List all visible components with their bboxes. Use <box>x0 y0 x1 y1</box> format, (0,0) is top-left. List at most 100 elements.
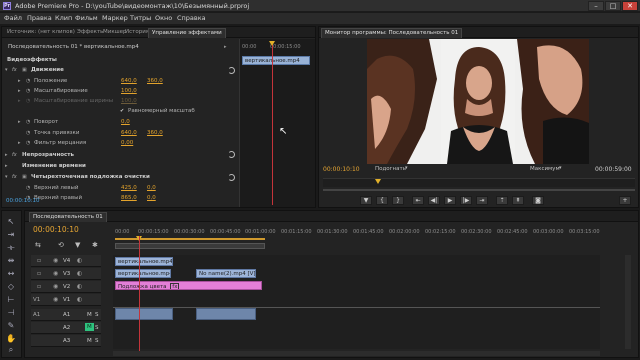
top-left-x-value[interactable]: 425,0 <box>121 185 137 191</box>
target-a1[interactable]: A1 <box>33 312 40 318</box>
track-select-tool-icon[interactable]: ⇥ <box>6 230 16 240</box>
tab-source[interactable]: Источник: (нет клипов) <box>4 28 78 38</box>
solo-button[interactable]: S <box>95 338 99 344</box>
sync-lock-icon[interactable]: ◐ <box>77 270 82 277</box>
sync-lock-icon[interactable]: ◐ <box>77 257 82 264</box>
zoom-bar[interactable] <box>323 189 635 191</box>
track-header-a2[interactable]: A2 M S <box>31 322 101 334</box>
sync-lock-icon[interactable]: ◐ <box>77 296 82 303</box>
top-right-x-value[interactable]: 865,0 <box>121 195 137 201</box>
tab-effect-controls[interactable]: Управление эффектами <box>148 28 226 38</box>
lock-icon[interactable]: ▫ <box>37 270 41 277</box>
menu-titles[interactable]: Титры <box>130 14 151 22</box>
reset-icon[interactable] <box>228 151 235 158</box>
track-header-a1[interactable]: A1 A1 M S <box>31 309 101 321</box>
top-right-y-value[interactable]: 0,0 <box>147 195 156 201</box>
track-header-a3[interactable]: A3 M S <box>31 335 101 347</box>
maximize-button[interactable]: □ <box>605 1 621 11</box>
slip-tool-icon[interactable]: ⊢ <box>6 295 16 305</box>
eye-icon[interactable]: ◉ <box>53 257 58 264</box>
clip-v2-a[interactable]: вертикальное.mp4 <box>115 269 171 278</box>
mute-button[interactable]: M <box>87 312 92 318</box>
add-marker-icon[interactable]: ▼ <box>75 241 80 249</box>
eye-icon[interactable]: ◉ <box>53 296 58 303</box>
play-icon[interactable]: ▶ <box>444 196 456 205</box>
monitor-time-ruler[interactable] <box>323 178 635 187</box>
chevron-down-icon[interactable]: ▾ <box>405 165 408 171</box>
go-to-out-icon[interactable]: ⇥ <box>476 196 488 205</box>
linked-selection-icon[interactable]: ⟲ <box>58 241 64 249</box>
effect-mini-timeline[interactable]: 00:00 00:00:15:00 вертикальное.mp4 <box>239 39 315 207</box>
wrench-icon[interactable]: ✱ <box>92 241 98 249</box>
expand-triangle-icon[interactable]: ▸ <box>18 88 21 94</box>
menu-marker[interactable]: Маркер <box>102 14 128 22</box>
snap-icon[interactable]: ⇆ <box>35 241 41 249</box>
mute-button-active[interactable]: M <box>85 323 94 331</box>
expand-triangle-icon[interactable]: ▸ <box>5 163 8 169</box>
mark-in-icon[interactable]: { <box>376 196 388 205</box>
eye-icon[interactable]: ◉ <box>53 283 58 290</box>
checkbox-checked-icon[interactable]: ✔ <box>120 108 124 114</box>
slide-tool-icon[interactable]: ⊣ <box>6 308 16 318</box>
expand-triangle-icon[interactable]: ▸ <box>18 140 21 146</box>
fx-icon[interactable]: fx <box>12 152 17 158</box>
add-button-icon[interactable]: + <box>619 196 631 205</box>
solo-button[interactable]: S <box>95 325 99 331</box>
step-forward-icon[interactable]: |▶ <box>460 196 472 205</box>
tab-sequence[interactable]: Последовательность 01 <box>29 212 107 222</box>
lift-icon[interactable]: ⇡ <box>496 196 508 205</box>
target-v1[interactable]: V1 <box>33 297 40 303</box>
clip-v3[interactable]: вертикальное.mp4 [V] <box>115 257 173 266</box>
mini-clip[interactable]: вертикальное.mp4 <box>242 56 310 65</box>
zoom-tool-icon[interactable]: ⌕ <box>6 345 16 355</box>
pen-tool-icon[interactable]: ✎ <box>6 321 16 331</box>
chevron-down-icon[interactable]: ▾ <box>559 165 562 171</box>
stopwatch-icon[interactable]: ◔ <box>26 119 30 125</box>
expand-triangle-icon[interactable]: ▸ <box>18 119 21 125</box>
stopwatch-icon[interactable]: ◔ <box>26 130 30 136</box>
quality-dropdown[interactable]: Максимум <box>530 166 560 172</box>
audio-clip-a2-b[interactable] <box>196 308 256 320</box>
lock-icon[interactable]: ▫ <box>37 283 41 290</box>
rotation-value[interactable]: 0,0 <box>121 119 130 125</box>
vertical-scrollbar[interactable] <box>625 255 631 349</box>
eye-icon[interactable]: ◉ <box>53 270 58 277</box>
go-to-in-icon[interactable]: ⇤ <box>412 196 424 205</box>
fx-icon[interactable]: fx <box>12 67 17 73</box>
menu-sequence[interactable]: Фильм <box>75 14 98 22</box>
expand-triangle-icon[interactable]: ▸ <box>5 152 8 158</box>
extract-icon[interactable]: ⇞ <box>512 196 524 205</box>
fx-icon[interactable]: fx <box>12 174 17 180</box>
sync-lock-icon[interactable]: ◐ <box>77 283 82 290</box>
menu-help[interactable]: Справка <box>177 14 206 22</box>
anchor-y-value[interactable]: 360,0 <box>147 130 163 136</box>
camera-icon[interactable]: ◙ <box>532 196 544 205</box>
lock-icon[interactable]: ▫ <box>37 257 41 264</box>
menu-window[interactable]: Окно <box>155 14 172 22</box>
position-y-value[interactable]: 360,0 <box>147 78 163 84</box>
menu-clip[interactable]: Клип <box>55 14 72 22</box>
expand-triangle-icon[interactable]: ▾ <box>5 67 8 73</box>
tab-program-monitor[interactable]: Монитор программы: Последовательность 01 <box>321 28 463 38</box>
menu-file[interactable]: Файл <box>4 14 22 22</box>
stopwatch-icon[interactable]: ◔ <box>26 88 30 94</box>
razor-tool-icon[interactable]: ◇ <box>6 282 16 292</box>
ripple-edit-tool-icon[interactable]: ⟛ <box>6 243 16 253</box>
timeline-ruler[interactable]: 00:00 00:00:15:00 00:00:30:00 00:00:45:0… <box>113 229 600 237</box>
mini-playhead[interactable] <box>272 43 273 205</box>
hand-tool-icon[interactable]: ✋ <box>6 334 16 344</box>
timeline-timecode[interactable]: 00:00:10:10 <box>33 225 79 234</box>
minimize-button[interactable]: – <box>588 1 604 11</box>
reset-icon[interactable] <box>228 67 235 74</box>
track-header-v4[interactable]: ◉ ▫ V4 ◐ <box>31 255 101 267</box>
anchor-x-value[interactable]: 640,0 <box>121 130 137 136</box>
playhead-marker-icon[interactable] <box>375 179 381 184</box>
stopwatch-icon[interactable]: ◔ <box>26 140 30 146</box>
selection-tool-icon[interactable]: ↖ <box>6 217 16 227</box>
expand-triangle-icon[interactable]: ▾ <box>5 174 8 180</box>
scale-value[interactable]: 100,0 <box>121 88 137 94</box>
clip-v1-color-matte[interactable]: Подложка цвета fx <box>115 281 262 290</box>
chevron-icon[interactable]: ▸ <box>224 44 227 50</box>
step-back-icon[interactable]: ◀| <box>428 196 440 205</box>
fit-dropdown[interactable]: Подогнать <box>375 166 406 172</box>
